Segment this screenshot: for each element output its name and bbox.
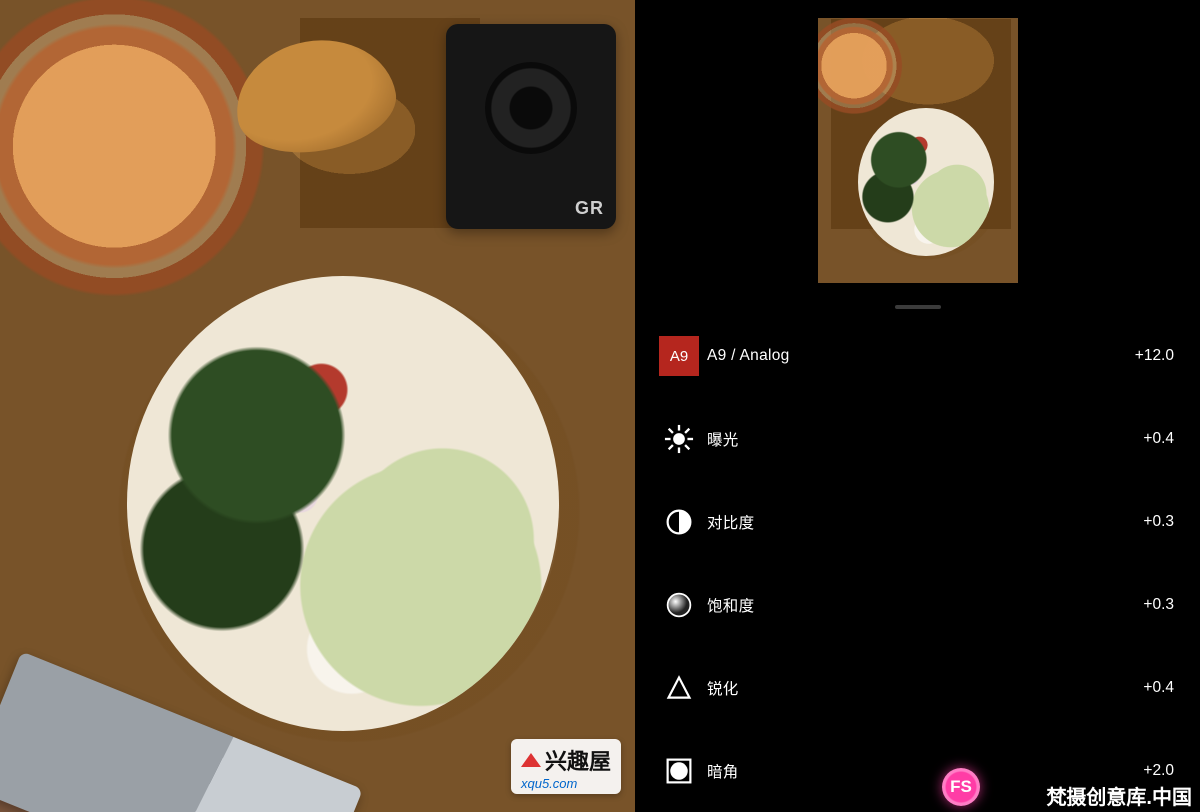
editor-panel: A9 A9 / Analog +12.0 曝光 +0.4	[635, 0, 1200, 812]
row-exposure[interactable]: 曝光 +0.4	[635, 397, 1200, 480]
thumb-plate	[858, 108, 994, 256]
contrast-label: 对比度	[707, 511, 1143, 533]
drag-handle[interactable]	[635, 300, 1200, 314]
vignette-icon	[651, 751, 707, 791]
watermark-xingquwu: 兴趣屋 xqu5.com	[511, 739, 621, 794]
contrast-icon	[651, 502, 707, 542]
filter-badge-icon: A9	[651, 336, 707, 376]
sharpen-label: 锐化	[707, 677, 1143, 699]
filter-label: A9 / Analog	[707, 347, 1135, 365]
preview-thumbnail[interactable]	[818, 18, 1018, 283]
filter-badge: A9	[659, 336, 699, 376]
watermark-url: xqu5.com	[521, 776, 611, 791]
saturation-value: +0.3	[1143, 596, 1174, 614]
row-saturation[interactable]: 饱和度 +0.3	[635, 563, 1200, 646]
adjustments-list[interactable]: A9 A9 / Analog +12.0 曝光 +0.4	[635, 314, 1200, 812]
house-icon	[521, 753, 541, 767]
sharpen-value: +0.4	[1143, 679, 1174, 697]
saturation-icon	[651, 585, 707, 625]
photo-pane-left: 兴趣屋 xqu5.com	[0, 0, 635, 812]
fs-badge-icon: FS	[942, 768, 980, 806]
exposure-icon	[651, 419, 707, 459]
footer-watermark: 梵摄创意库.中国	[1046, 778, 1200, 812]
exposure-value: +0.4	[1143, 430, 1174, 448]
saturation-label: 饱和度	[707, 594, 1143, 616]
camera-prop	[446, 24, 616, 229]
preview-area[interactable]	[635, 0, 1200, 300]
watermark-text: 兴趣屋	[545, 749, 611, 774]
row-filter[interactable]: A9 A9 / Analog +12.0	[635, 314, 1200, 397]
contrast-value: +0.3	[1143, 513, 1174, 531]
exposure-label: 曝光	[707, 428, 1143, 450]
row-contrast[interactable]: 对比度 +0.3	[635, 480, 1200, 563]
sharpen-icon	[651, 668, 707, 708]
filter-value: +12.0	[1135, 347, 1174, 365]
salad-plate	[127, 276, 559, 731]
app-root: 兴趣屋 xqu5.com A9 A9 / Analog +12.0	[0, 0, 1200, 812]
row-sharpen[interactable]: 锐化 +0.4	[635, 646, 1200, 729]
